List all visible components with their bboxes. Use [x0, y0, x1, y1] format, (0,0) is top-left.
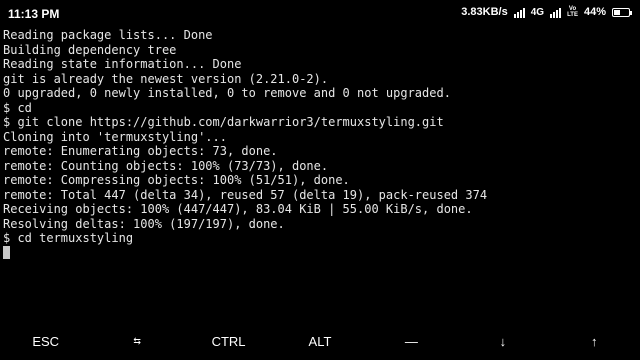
- network-type: 4G: [530, 6, 545, 18]
- terminal-line: remote: Counting objects: 100% (73/73), …: [3, 158, 329, 173]
- volte-bottom: LTE: [567, 12, 578, 18]
- battery-icon: [612, 7, 632, 17]
- tab-key[interactable]: ⇆: [91, 322, 182, 360]
- terminal-line: remote: Compressing objects: 100% (51/51…: [3, 173, 350, 187]
- terminal-line: git is already the newest version (2.21.…: [3, 71, 329, 86]
- network-speed: 3.83KB/s: [461, 6, 508, 18]
- terminal-line: remote: Total 447 (delta 34), reused 57 …: [3, 187, 488, 202]
- extra-keys-bar: ESC ⇆ CTRL ALT — ↓ ↑: [0, 322, 640, 360]
- volte-icon: Vo LTE: [567, 6, 578, 18]
- terminal-line: Cloning into 'termuxstyling'...: [3, 129, 227, 144]
- terminal-line: Reading state information... Done: [3, 57, 242, 71]
- terminal-cursor-line: [3, 245, 637, 261]
- dash-key[interactable]: —: [366, 322, 457, 360]
- terminal-line: 0 upgraded, 0 newly installed, 0 to remo…: [3, 86, 451, 100]
- arrow-up-key[interactable]: ↑: [549, 322, 640, 360]
- status-bar: 11:13 PM 3.83KB/s 4G Vo LTE 44%: [0, 0, 640, 26]
- terminal-line: Resolving deltas: 100% (197/197), done.: [3, 216, 285, 231]
- terminal-line: remote: Enumerating objects: 73, done.: [3, 144, 278, 158]
- terminal-line: Reading package lists... Done: [3, 28, 213, 42]
- terminal-line: $ git clone https://github.com/darkwarri…: [3, 115, 444, 129]
- signal-strength-2-icon: [550, 7, 562, 18]
- status-indicators: 3.83KB/s 4G Vo LTE 44%: [461, 6, 632, 18]
- terminal-line: Receiving objects: 100% (447/447), 83.04…: [3, 202, 473, 216]
- signal-strength-icon: [513, 7, 525, 18]
- esc-key[interactable]: ESC: [0, 322, 91, 360]
- terminal-output[interactable]: Reading package lists... Done Building de…: [3, 28, 637, 320]
- alt-key[interactable]: ALT: [274, 322, 365, 360]
- terminal-line: Building dependency tree: [3, 42, 177, 57]
- ctrl-key[interactable]: CTRL: [183, 322, 274, 360]
- arrow-down-key[interactable]: ↓: [457, 322, 548, 360]
- battery-fill: [614, 9, 621, 15]
- termux-screen: 11:13 PM 3.83KB/s 4G Vo LTE 44% Reading …: [0, 0, 640, 360]
- text-cursor: [3, 245, 10, 259]
- terminal-line: $ cd termuxstyling: [3, 231, 134, 245]
- terminal-line: $ cd: [3, 100, 32, 115]
- status-time: 11:13 PM: [8, 7, 60, 21]
- battery-percent: 44%: [583, 6, 606, 18]
